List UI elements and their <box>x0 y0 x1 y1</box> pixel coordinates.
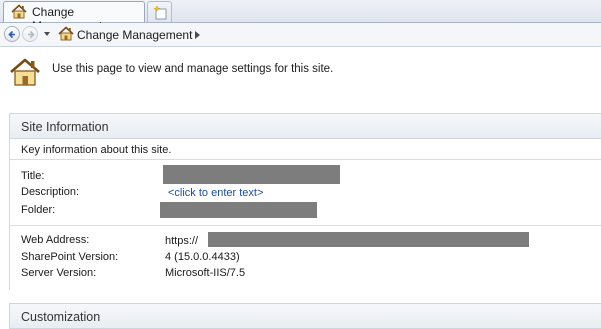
forward-button[interactable] <box>22 26 38 42</box>
chevron-right-icon[interactable] <box>195 31 200 39</box>
home-icon <box>58 26 74 44</box>
section-title: Customization <box>21 310 101 324</box>
server-version-value: Microsoft-IIS/7.5 <box>165 267 246 279</box>
home-icon <box>11 4 27 22</box>
section-header-site-information[interactable]: Site Information <box>9 113 601 139</box>
folder-label: Folder: <box>21 204 56 216</box>
section-title: Site Information <box>21 120 109 134</box>
sharepoint-version-value: 4 (15.0.0.4433) <box>165 251 240 263</box>
chevron-down-icon[interactable] <box>44 32 50 36</box>
title-value-redacted <box>163 165 340 184</box>
description-label: Description: <box>21 186 80 198</box>
breadcrumb-item[interactable]: Change Management <box>77 28 192 42</box>
divider <box>10 159 601 160</box>
new-tab-button[interactable] <box>147 1 172 22</box>
site-information-body: Key information about this site. Title: … <box>9 139 601 290</box>
web-address-redacted <box>208 232 529 247</box>
sharepoint-version-label: SharePoint Version: <box>21 251 119 263</box>
tab-change-management[interactable]: Change Management <box>3 1 145 33</box>
web-address-value[interactable]: https:// <box>165 235 198 247</box>
web-address-label: Web Address: <box>21 234 90 246</box>
section-subheader: Key information about this site. <box>21 144 172 156</box>
back-button[interactable] <box>4 26 20 42</box>
navigation-bar: Change Management <box>0 23 601 47</box>
tab-bar: Change Management <box>0 0 601 33</box>
title-label: Title: <box>21 170 45 182</box>
divider <box>10 225 601 226</box>
server-version-label: Server Version: <box>21 267 97 279</box>
description-edit-link[interactable]: <click to enter text> <box>168 187 263 199</box>
home-icon <box>9 57 41 90</box>
section-header-customization[interactable]: Customization <box>9 303 601 329</box>
folder-value-redacted <box>160 202 317 218</box>
intro-text: Use this page to view and manage setting… <box>52 63 334 75</box>
